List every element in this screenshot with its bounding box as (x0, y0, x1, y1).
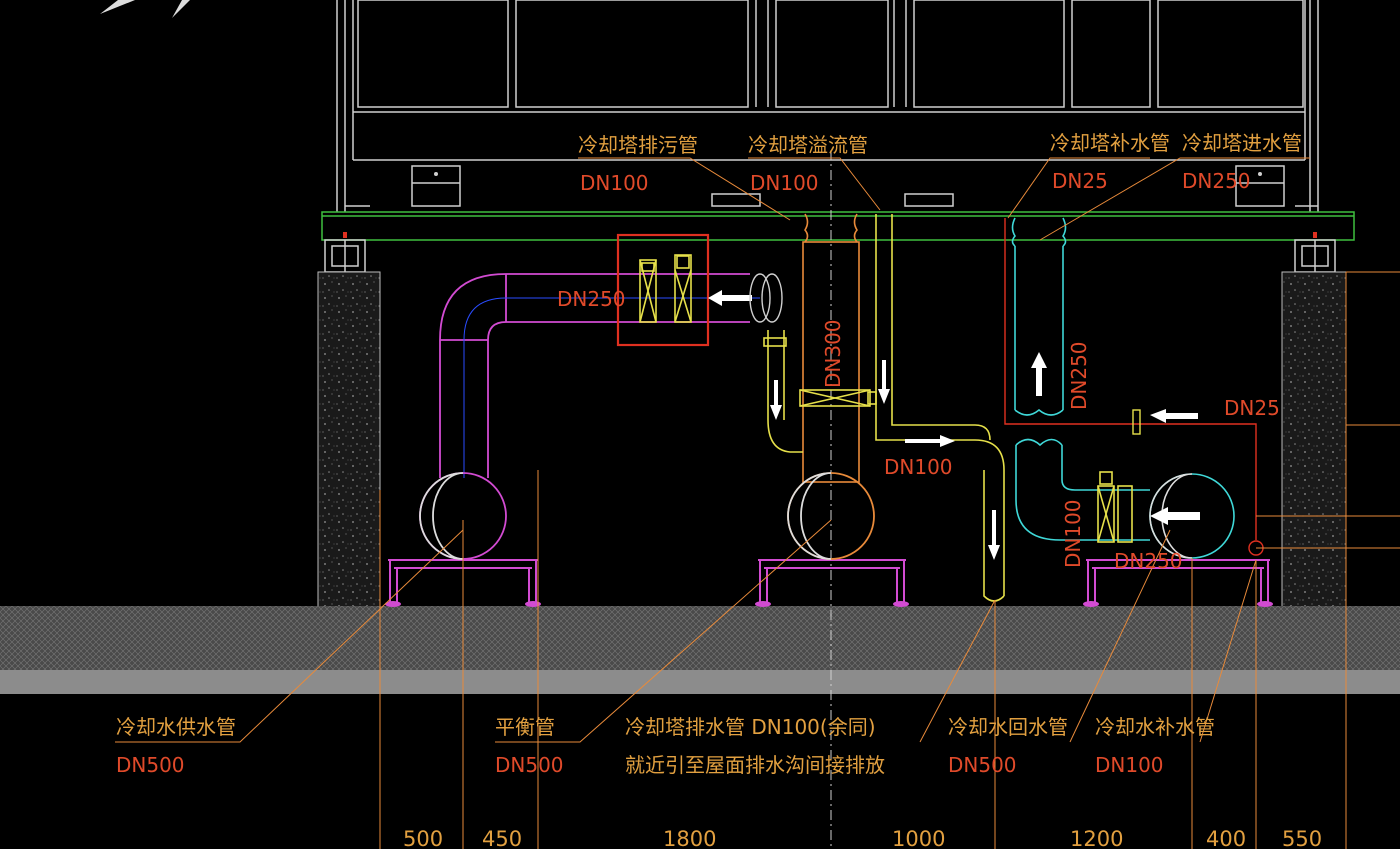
drain-pipe-yellow (763, 330, 803, 453)
flow-arrow-icon (988, 510, 1000, 560)
label-drain-pipe: 冷却塔排污管 (578, 133, 698, 157)
label-overflow-pipe: 冷却塔溢流管 (748, 133, 868, 157)
size-makeup-branch: DN25 (1224, 396, 1280, 420)
note-discharge-pipe: 就近引至屋面排水沟间接排放 (625, 753, 885, 777)
size-left-horizontal: DN250 (557, 287, 626, 311)
makeup-valve-icon (1132, 409, 1141, 435)
label-supply-pipe: 冷却水供水管 (116, 715, 236, 739)
flow-arrow-icon (708, 290, 752, 306)
corner-stroke-icon (100, 0, 190, 18)
riser-valve-icon (799, 389, 877, 407)
dimension-value: 500 (403, 827, 443, 849)
label-discharge-pipe: 冷却塔排水管 DN100(余同) (625, 715, 876, 739)
valve-icon (639, 254, 692, 323)
flow-arrow-icon (878, 360, 890, 404)
size-overflow-pipe: DN100 (750, 171, 819, 195)
size-inlet-pipe: DN250 (1182, 169, 1251, 193)
dimension-value: 400 (1206, 827, 1246, 849)
cooling-tower-frame (336, 0, 1319, 212)
label-makeup-bottom: 冷却水补水管 (1095, 715, 1215, 739)
floor-slab (0, 606, 1400, 670)
flow-arrow-icon (1031, 352, 1047, 396)
size-drain-pipe: DN100 (580, 171, 649, 195)
size-center-outlet: DN100 (884, 455, 953, 479)
dimension-value: 1800 (663, 827, 716, 849)
overflow-pipe-yellow (875, 214, 1005, 602)
pipe-centerline (463, 297, 760, 478)
floor-screed (0, 670, 1400, 694)
cad-viewport[interactable]: 冷却塔排污管 DN100 冷却塔溢流管 DN100 冷却塔补水管 DN25 冷却… (0, 0, 1400, 849)
size-right-vertical: DN100 (1061, 499, 1085, 568)
return-valve-icon (1097, 471, 1133, 543)
return-pipe-cyan (1015, 438, 1235, 559)
label-inlet-pipe: 冷却塔进水管 (1182, 131, 1302, 155)
size-right-horizontal: DN250 (1114, 549, 1183, 573)
size-return-pipe: DN500 (948, 753, 1017, 777)
dimension-value: 550 (1282, 827, 1322, 849)
column-cap-left (324, 239, 366, 273)
size-balance-pipe: DN500 (495, 753, 564, 777)
flow-arrow-icon (770, 380, 782, 420)
label-balance-pipe: 平衡管 (495, 715, 555, 739)
flow-arrow-icon (1150, 507, 1200, 525)
dimension-value: 450 (482, 827, 522, 849)
flow-arrow-icon (905, 435, 955, 447)
dimension-value: 1200 (1070, 827, 1123, 849)
flow-arrow-icon (1150, 409, 1198, 423)
size-center-riser: DN300 (821, 319, 845, 388)
valve-highlight-box (616, 233, 710, 347)
anchor-mark-icon (1313, 232, 1317, 238)
size-supply-pipe: DN500 (116, 753, 185, 777)
dimension-value: 1000 (892, 827, 945, 849)
anchor-mark-icon (343, 232, 347, 238)
pump-base-center (758, 559, 906, 604)
size-makeup-top: DN25 (1052, 169, 1108, 193)
size-makeup-bottom: DN100 (1095, 753, 1164, 777)
label-makeup-top: 冷却塔补水管 (1050, 131, 1170, 155)
piping-section-drawing: 冷却塔排污管 DN100 冷却塔溢流管 DN100 冷却塔补水管 DN25 冷却… (0, 0, 1400, 849)
column-cap-right (1294, 239, 1336, 273)
frame-bolt-icon (434, 172, 1262, 176)
makeup-line-red (1004, 218, 1264, 556)
support-beam (321, 211, 1355, 241)
label-return-pipe: 冷却水回水管 (948, 715, 1068, 739)
size-right-riser: DN250 (1067, 341, 1091, 410)
